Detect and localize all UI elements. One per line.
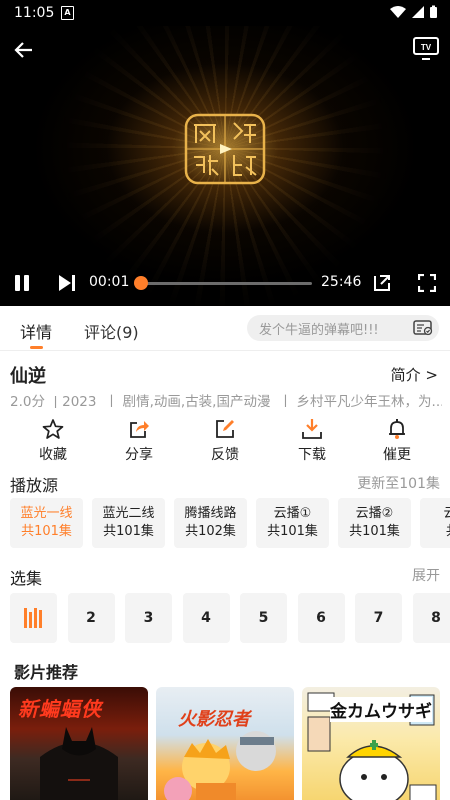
wifi-icon	[390, 6, 407, 18]
tv-cast-icon[interactable]: TV	[412, 36, 440, 60]
download-label: 下载	[298, 447, 326, 463]
tab-active-indicator	[30, 346, 43, 349]
source-item[interactable]: 云播① 共101集	[256, 498, 329, 548]
battery-icon	[430, 5, 437, 18]
episode-item[interactable]: 5	[240, 593, 287, 643]
show-title: 仙逆	[10, 366, 46, 387]
episode-item[interactable]: 2	[67, 593, 115, 643]
source-item[interactable]: 云播 共1	[420, 498, 450, 548]
source-name: 云播①	[273, 506, 312, 521]
tab-comments[interactable]: 评论(9)	[84, 319, 139, 343]
star-icon	[42, 419, 64, 439]
episode-item[interactable]: 4	[182, 593, 230, 643]
show-genres: 丨 剧情,动画,古装,国产动漫	[104, 394, 271, 408]
sources-title: 播放源	[10, 476, 59, 495]
show-meta: 2.0分 | 2023 丨 剧情,动画,古装,国产动漫 丨 乡村平凡少年王林，为…	[10, 390, 442, 408]
source-count: 共101集	[267, 524, 318, 539]
source-name: 蓝光一线	[20, 506, 73, 521]
notification-a-icon: A	[61, 6, 74, 20]
source-list: 蓝光一线 共101集 蓝光二线 共101集 腾播线路 共102集 云播① 共10…	[10, 498, 450, 548]
episode-item[interactable]: 6	[297, 593, 345, 643]
danmu-placeholder: 发个牛逼的弹幕吧!!!	[259, 323, 379, 338]
status-right-icons	[390, 5, 438, 23]
source-count: 共1	[420, 523, 450, 541]
sources-update-note: 更新至101集	[357, 476, 440, 492]
episodes-expand[interactable]: 展开	[412, 565, 440, 585]
episode-list: 2345678	[10, 593, 450, 643]
source-name: 蓝光二线	[102, 506, 155, 521]
show-score: 2.0分	[10, 394, 45, 408]
tab-details[interactable]: 详情	[20, 319, 52, 343]
source-name: 云播	[443, 506, 450, 521]
source-item[interactable]: 蓝光一线 共101集	[10, 498, 83, 548]
next-episode-icon[interactable]	[56, 273, 78, 293]
urge-update-button[interactable]: 催更	[362, 415, 432, 463]
download-button[interactable]: 下载	[277, 415, 347, 463]
svg-text:TV: TV	[421, 43, 432, 52]
source-count: 共101集	[349, 524, 400, 539]
source-item[interactable]: 蓝光二线 共101集	[92, 498, 165, 548]
source-item[interactable]: 腾播线路 共102集	[174, 498, 247, 548]
share-icon	[130, 421, 149, 438]
action-bar: 收藏 分享 反馈 下载 催更	[0, 415, 450, 463]
danmu-settings-icon[interactable]	[413, 319, 433, 337]
source-count: 共101集	[21, 524, 72, 539]
favorite-button[interactable]: 收藏	[18, 415, 88, 463]
favorite-label: 收藏	[39, 447, 67, 463]
source-count: 共101集	[103, 524, 154, 539]
poster-naruto-art	[164, 731, 276, 800]
source-count: 共102集	[185, 524, 236, 539]
urge-update-label: 催更	[383, 447, 411, 463]
feedback-label: 反馈	[211, 447, 239, 463]
back-arrow-icon[interactable]	[12, 38, 36, 62]
pause-icon[interactable]	[12, 273, 32, 293]
fullscreen-icon[interactable]	[418, 274, 436, 292]
intro-link[interactable]: 简介 >	[391, 364, 438, 385]
episode-item[interactable]: 7	[355, 593, 402, 643]
recommend-list: 新蝙蝠侠 火影忍者 金カムウサギ	[10, 687, 450, 800]
show-synopsis: 丨 乡村平凡少年王林，为...	[278, 394, 442, 408]
feedback-edit-icon	[216, 420, 234, 438]
episode-item[interactable]: 3	[125, 593, 172, 643]
show-year: | 2023	[53, 394, 97, 408]
progress-thumb[interactable]	[134, 276, 149, 290]
video-logo-seal	[184, 113, 266, 185]
poster-title-2: 火影忍者	[178, 709, 250, 730]
signal-icon	[411, 6, 424, 18]
download-icon	[302, 419, 322, 439]
episodes-title: 选集	[10, 569, 43, 588]
share-button[interactable]: 分享	[104, 415, 174, 463]
episode-item-1[interactable]	[10, 593, 57, 643]
poster-title-1: 新蝙蝠侠	[18, 697, 102, 721]
share-label: 分享	[125, 447, 153, 463]
recommend-poster[interactable]: 金カムウサギ	[302, 687, 440, 800]
recommend-poster[interactable]: 火影忍者	[156, 687, 294, 800]
recommend-poster[interactable]: 新蝙蝠侠	[10, 687, 148, 800]
episode-item[interactable]: 8	[412, 593, 450, 643]
video-player[interactable]: TV 00:01 25:46	[0, 26, 450, 306]
source-name: 云播②	[355, 506, 394, 521]
source-item[interactable]: 云播② 共101集	[338, 498, 411, 548]
detail-tabs: 详情 评论(9) 发个牛逼的弹幕吧!!!	[0, 306, 450, 351]
bell-icon	[389, 419, 405, 439]
now-playing-icon	[23, 608, 42, 628]
recommend-title: 影片推荐	[14, 663, 79, 682]
progress-track[interactable]	[140, 282, 312, 285]
player-controls: 00:01 25:46	[0, 266, 450, 300]
rotate-screen-icon[interactable]	[372, 273, 392, 293]
danmu-input[interactable]: 发个牛逼的弹幕吧!!!	[247, 315, 439, 341]
source-name: 腾播线路	[184, 506, 237, 521]
total-time: 25:46	[321, 274, 362, 290]
poster-title-3: 金カムウサギ	[330, 697, 432, 722]
current-time: 00:01	[89, 274, 130, 290]
status-time: 11:05	[14, 5, 55, 21]
status-bar: 11:05 A	[0, 0, 450, 26]
feedback-button[interactable]: 反馈	[190, 415, 260, 463]
